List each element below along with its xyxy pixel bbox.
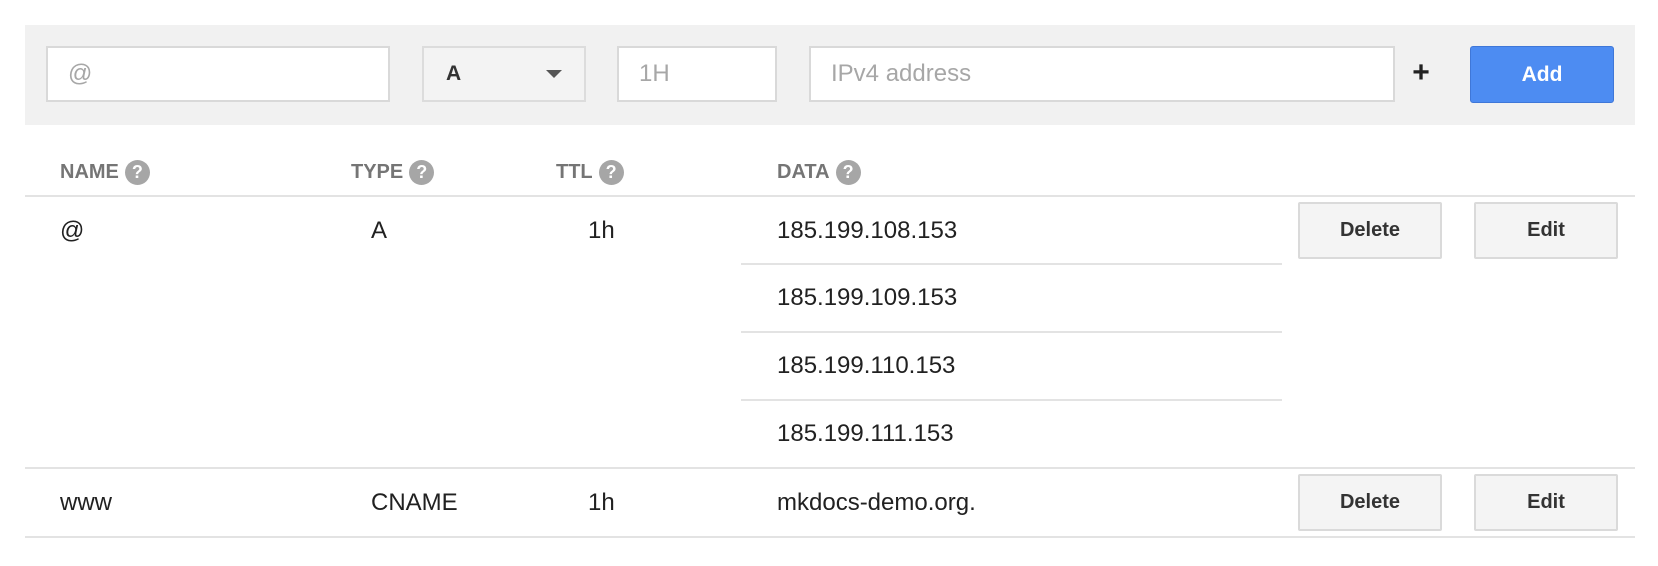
- column-header-data: DATA ?: [777, 150, 861, 196]
- help-icon[interactable]: ?: [124, 159, 150, 185]
- edit-button[interactable]: Edit: [1474, 474, 1618, 531]
- column-header-ttl: TTL ?: [556, 150, 624, 196]
- record-data-value: 185.199.109.153: [777, 284, 958, 311]
- column-header-label: TYPE: [351, 160, 404, 183]
- delete-button[interactable]: Delete: [1298, 202, 1442, 259]
- table-header: NAME ? TYPE ? TTL ? DATA ?: [25, 150, 1635, 196]
- data-input[interactable]: [809, 46, 1395, 102]
- record-name: @: [60, 217, 85, 244]
- add-record-form: A + Add: [25, 25, 1635, 125]
- record-data-value: 185.199.108.153: [777, 217, 958, 244]
- caret-down-icon: [546, 70, 562, 78]
- record-ttl: 1h: [588, 489, 615, 516]
- delete-button[interactable]: Delete: [1298, 474, 1442, 531]
- record-data-value: 185.199.110.153: [777, 352, 956, 379]
- name-input[interactable]: [46, 46, 390, 102]
- record-type: CNAME: [371, 489, 458, 516]
- record-data-value: mkdocs-demo.org.: [777, 489, 976, 516]
- plus-icon[interactable]: +: [1406, 45, 1436, 101]
- record-ttl: 1h: [588, 217, 615, 244]
- table-divider: [25, 467, 1635, 469]
- type-select[interactable]: A: [422, 46, 586, 102]
- column-header-label: TTL: [556, 160, 593, 183]
- ttl-input[interactable]: [617, 46, 777, 102]
- table-divider: [25, 536, 1635, 538]
- column-header-label: NAME: [60, 160, 119, 183]
- add-button[interactable]: Add: [1470, 46, 1614, 103]
- help-icon[interactable]: ?: [835, 159, 861, 185]
- record-data-value: 185.199.111.153: [777, 420, 954, 447]
- edit-button[interactable]: Edit: [1474, 202, 1618, 259]
- help-icon[interactable]: ?: [598, 159, 624, 185]
- column-header-name: NAME ?: [60, 150, 150, 196]
- column-header-type: TYPE ?: [351, 150, 435, 196]
- type-select-value: A: [446, 62, 462, 85]
- table-divider: [25, 195, 1635, 197]
- help-icon[interactable]: ?: [409, 159, 435, 185]
- record-type: A: [371, 217, 388, 244]
- column-header-label: DATA: [777, 160, 830, 183]
- record-name: www: [60, 489, 112, 516]
